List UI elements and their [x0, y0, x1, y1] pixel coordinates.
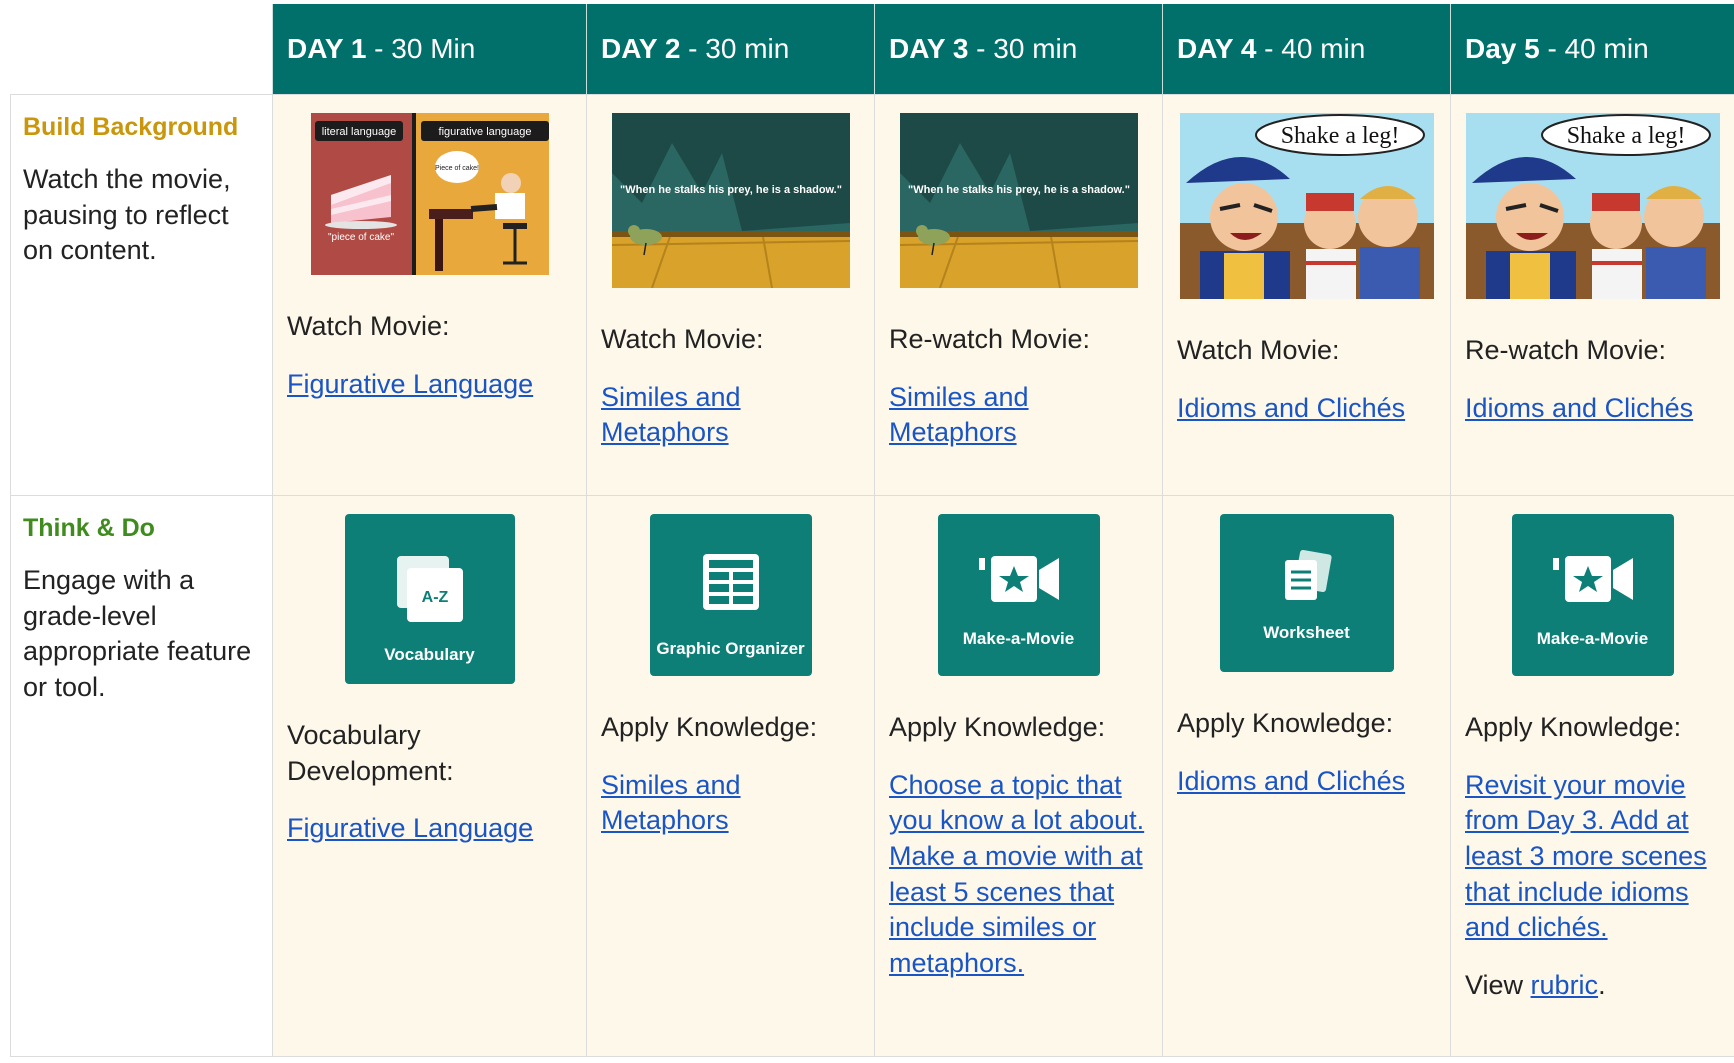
activity-link[interactable]: Revisit your movie from Day 3. Add at le…	[1465, 770, 1707, 943]
make-a-movie-tile[interactable]: Make-a-Movie	[937, 514, 1100, 676]
idioms-cliches-thumbnail[interactable]: Shake a leg!	[1179, 113, 1434, 299]
activity-label: Watch Movie:	[287, 311, 450, 341]
think-day-3-cell: Make-a-Movie Apply Knowledge: Choose a t…	[874, 495, 1163, 1057]
graphic-organizer-tile[interactable]: Graphic Organizer	[649, 514, 812, 676]
graphic-organizer-icon	[702, 554, 759, 610]
tile-label: Make-a-Movie	[962, 629, 1075, 648]
figurative-language-thumbnail[interactable]: literal language figurative language "pi…	[310, 113, 549, 275]
build-day-1-cell: literal language figurative language "pi…	[272, 94, 587, 496]
build-day-4-cell: Shake a leg! Watch Movie: Idioms and Cli…	[1162, 94, 1451, 496]
movie-camera-icon	[1552, 556, 1633, 602]
row-description: Engage with a grade-level appropriate fe…	[23, 565, 252, 702]
activity-label: Re-watch Movie:	[1465, 335, 1667, 365]
rubric-link[interactable]: rubric	[1531, 970, 1599, 1000]
header-blank	[10, 4, 273, 95]
header-day-4: DAY 4 - 40 min	[1162, 4, 1451, 95]
similes-metaphors-thumbnail[interactable]: "When he stalks his prey, he is a shadow…	[899, 113, 1138, 288]
tile-label: Vocabulary	[384, 645, 475, 664]
svg-text:Shake a leg!: Shake a leg!	[1280, 123, 1399, 149]
header-day-3: DAY 3 - 30 min	[874, 4, 1163, 95]
activity-label: Apply Knowledge:	[1465, 712, 1682, 742]
build-background-label-cell: Build Background Watch the movie, pausin…	[10, 94, 273, 496]
think-and-do-row: Think & Do Engage with a grade-level app…	[10, 495, 1734, 1057]
activity-label: Re-watch Movie:	[889, 324, 1091, 354]
build-day-3-cell: "When he stalks his prey, he is a shadow…	[874, 94, 1163, 496]
activity-label: Apply Knowledge:	[601, 712, 818, 742]
activity-label: Watch Movie:	[601, 324, 764, 354]
activity-link[interactable]: Choose a topic that you know a lot about…	[889, 770, 1144, 978]
header-row: DAY 1 - 30 Min DAY 2 - 30 min DAY 3 - 30…	[10, 4, 1734, 95]
similes-metaphors-thumbnail[interactable]: "When he stalks his prey, he is a shadow…	[611, 113, 850, 288]
row-title: Build Background	[23, 113, 239, 141]
row-title: Think & Do	[23, 514, 155, 542]
think-day-4-cell: Worksheet Apply Knowledge: Idioms and Cl…	[1162, 495, 1451, 1057]
tile-label: Make-a-Movie	[1536, 629, 1649, 648]
tile-label: Worksheet	[1263, 623, 1350, 642]
make-a-movie-tile[interactable]: Make-a-Movie	[1511, 514, 1674, 676]
movie-link[interactable]: Similes and Metaphors	[889, 382, 1029, 448]
think-day-2-cell: Graphic Organizer Apply Knowledge: Simil…	[586, 495, 875, 1057]
think-day-5-cell: Make-a-Movie Apply Knowledge: Revisit yo…	[1450, 495, 1734, 1057]
build-day-5-cell: Shake a leg! Re-watch Movie: Idioms and …	[1450, 94, 1734, 496]
activity-label: Apply Knowledge:	[1177, 708, 1394, 738]
think-and-do-label-cell: Think & Do Engage with a grade-level app…	[10, 495, 273, 1057]
svg-text:"When he stalks his prey, he i: "When he stalks his prey, he is a shadow…	[908, 184, 1130, 196]
svg-text:A-Z: A-Z	[421, 589, 448, 606]
worksheet-tile[interactable]: Worksheet	[1219, 514, 1394, 672]
movie-link[interactable]: Similes and Metaphors	[601, 382, 741, 448]
idioms-cliches-thumbnail[interactable]: Shake a leg!	[1465, 113, 1720, 299]
svg-text:Shake a leg!: Shake a leg!	[1566, 123, 1685, 149]
think-day-1-cell: A-Z Vocabulary Vocabulary Development: F…	[272, 495, 587, 1057]
svg-text:"When he stalks his prey, he i: "When he stalks his prey, he is a shadow…	[620, 184, 842, 196]
movie-camera-icon	[978, 556, 1059, 602]
movie-link[interactable]: Figurative Language	[287, 369, 533, 399]
activity-label: Watch Movie:	[1177, 335, 1340, 365]
vocabulary-tile[interactable]: A-Z Vocabulary	[344, 514, 515, 684]
lesson-plan-table: DAY 1 - 30 Min DAY 2 - 30 min DAY 3 - 30…	[10, 4, 1734, 1057]
header-day-1: DAY 1 - 30 Min	[272, 4, 587, 95]
build-day-2-cell: "When he stalks his prey, he is a shadow…	[586, 94, 875, 496]
activity-link[interactable]: Similes and Metaphors	[601, 770, 741, 836]
svg-text:figurative language: figurative language	[438, 126, 531, 138]
svg-text:Piece of cake!: Piece of cake!	[435, 165, 479, 172]
activity-label: Vocabulary Development:	[287, 720, 454, 786]
activity-label: Apply Knowledge:	[889, 712, 1106, 742]
movie-link[interactable]: Idioms and Clichés	[1177, 393, 1405, 423]
tile-label: Graphic Organizer	[656, 639, 805, 658]
svg-text:literal language: literal language	[321, 126, 396, 138]
header-day-2: DAY 2 - 30 min	[586, 4, 875, 95]
vocabulary-card-icon: A-Z	[396, 556, 463, 622]
worksheet-icon	[1284, 550, 1332, 600]
svg-text:"piece of cake": "piece of cake"	[327, 232, 393, 243]
row-description: Watch the movie, pausing to reflect on c…	[23, 164, 231, 266]
view-rubric-line: View rubric.	[1465, 969, 1606, 1000]
activity-link[interactable]: Figurative Language	[287, 813, 533, 843]
header-day-5: Day 5 - 40 min	[1450, 4, 1734, 95]
build-background-row: Build Background Watch the movie, pausin…	[10, 94, 1734, 496]
activity-link[interactable]: Idioms and Clichés	[1177, 766, 1405, 796]
movie-link[interactable]: Idioms and Clichés	[1465, 393, 1693, 423]
